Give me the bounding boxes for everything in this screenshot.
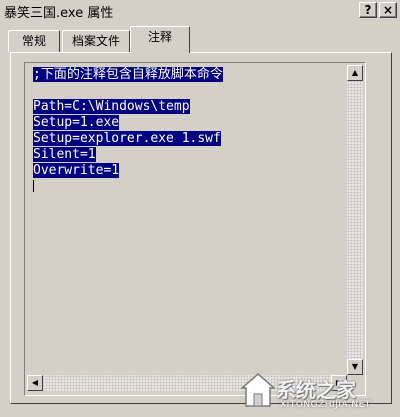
comment-line: Path=C:\Windows\temp	[33, 99, 190, 114]
title-bar[interactable]: 暴笑三国.exe 属性 ? ×	[0, 0, 400, 21]
watermark-subtext: XITONGZHIJIA.NET	[280, 400, 371, 410]
text-caret	[33, 180, 34, 192]
tab-comment[interactable]: 注释	[130, 26, 190, 53]
vertical-scrollbar[interactable]: ▲ ▼	[347, 65, 363, 375]
tab-strip: 常规 档案文件 注释	[0, 26, 400, 53]
comment-line: Setup=explorer.exe 1.swf	[33, 131, 221, 146]
tab-archive[interactable]: 档案文件	[62, 30, 130, 52]
tab-general[interactable]: 常规	[8, 30, 60, 52]
comment-text: ;下面的注释包含自释放脚本命令 Path=C:\Windows\temp Set…	[33, 67, 223, 179]
close-button[interactable]: ×	[379, 2, 397, 18]
house-logo-icon	[240, 373, 276, 407]
comment-line: ;下面的注释包含自释放脚本命令	[33, 67, 223, 82]
watermark: 系统之家 XITONGZHIJIA.NET	[240, 372, 398, 416]
scroll-up-icon[interactable]: ▲	[347, 65, 363, 81]
comment-line: Setup=1.exe	[33, 115, 120, 130]
help-button[interactable]: ?	[359, 2, 377, 18]
comment-line: Overwrite=1	[33, 163, 120, 178]
scroll-left-icon[interactable]: ◀	[27, 375, 43, 391]
window-title: 暴笑三国.exe 属性	[4, 6, 114, 21]
properties-dialog: 暴笑三国.exe 属性 ? × 常规 档案文件 注释 ;下面的注释包含自释放脚本…	[0, 0, 400, 417]
comment-line: Silent=1	[33, 147, 96, 162]
comment-textarea[interactable]: ;下面的注释包含自释放脚本命令 Path=C:\Windows\temp Set…	[24, 62, 366, 396]
watermark-text: 系统之家	[276, 378, 356, 402]
